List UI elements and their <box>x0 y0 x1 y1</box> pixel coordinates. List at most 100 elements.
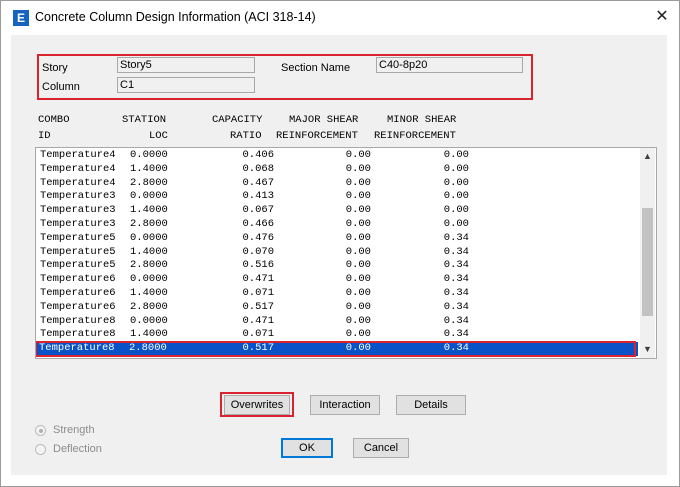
close-icon[interactable]: ✕ <box>651 7 673 27</box>
major-shear-cell: 0.00 <box>345 245 371 258</box>
station-cell: 2.8000 <box>130 176 168 189</box>
table-row[interactable]: Temperature5 0.0000 0.476 0.00 0.34 <box>38 232 638 246</box>
window-title: Concrete Column Design Information (ACI … <box>35 10 316 24</box>
table-row[interactable]: Temperature4 2.8000 0.467 0.00 0.00 <box>38 177 638 191</box>
section-name-label: Section Name <box>281 62 351 74</box>
station-cell: 2.8000 <box>130 259 168 272</box>
deflection-label: Deflection <box>53 443 102 455</box>
combo-id-cell: Temperature4 <box>40 162 116 175</box>
minor-shear-cell: 0.00 <box>443 218 469 230</box>
capacity-ratio-cell: 0.413 <box>242 190 274 203</box>
station-cell: 0.0000 <box>130 314 168 327</box>
dialog-body: Story Story5 Column C1 Section Name C40-… <box>11 35 667 475</box>
major-shear-cell: 0.00 <box>345 162 371 175</box>
station-cell: 0.0000 <box>130 273 168 286</box>
col-header-ratio: RATIO <box>230 130 262 142</box>
vertical-scrollbar[interactable]: ▲ ▼ <box>640 148 655 358</box>
combo-id-cell: Temperature6 <box>40 273 116 286</box>
major-shear-cell: 0.00 <box>345 231 371 244</box>
table-row[interactable]: Temperature4 1.4000 0.068 0.00 0.00 <box>38 163 638 177</box>
story-label: Story <box>42 62 68 74</box>
combo-id-cell: Temperature8 <box>40 328 116 341</box>
title-bar[interactable]: E Concrete Column Design Information (AC… <box>1 1 679 35</box>
interaction-button[interactable]: Interaction <box>310 395 380 415</box>
station-cell: 0.0000 <box>130 190 168 203</box>
capacity-ratio-cell: 0.467 <box>242 176 274 189</box>
major-shear-cell: 0.00 <box>345 300 371 313</box>
strength-label: Strength <box>53 424 95 436</box>
capacity-ratio-cell: 0.471 <box>242 314 274 327</box>
capacity-ratio-cell: 0.476 <box>242 231 274 244</box>
station-cell: 1.4000 <box>130 204 168 217</box>
table-row[interactable]: Temperature6 0.0000 0.471 0.00 0.34 <box>38 273 638 287</box>
table-row[interactable]: Temperature3 2.8000 0.466 0.00 0.00 <box>38 218 638 232</box>
capacity-ratio-cell: 0.068 <box>242 162 274 175</box>
table-row[interactable]: Temperature6 1.4000 0.071 0.00 0.34 <box>38 287 638 301</box>
selected-row-highlight <box>36 341 636 358</box>
col-header-combo: COMBO <box>38 114 70 126</box>
table-row[interactable]: Temperature8 1.4000 0.071 0.00 0.34 <box>38 328 638 342</box>
col-header-station: STATION <box>122 114 167 126</box>
strength-radio[interactable] <box>35 425 46 436</box>
combo-id-cell: Temperature3 <box>40 218 116 230</box>
deflection-radio[interactable] <box>35 444 46 455</box>
table-row[interactable]: Temperature5 1.4000 0.070 0.00 0.34 <box>38 246 638 260</box>
details-button[interactable]: Details <box>396 395 466 415</box>
minor-shear-cell: 0.34 <box>443 300 469 313</box>
results-list[interactable]: ▲ ▼ Temperature4 0.0000 0.406 0.00 0.00 Tempe… <box>35 147 657 359</box>
combo-id-cell: Temperature3 <box>40 204 116 217</box>
minor-shear-cell: 0.34 <box>443 245 469 258</box>
major-shear-cell: 0.00 <box>345 314 371 327</box>
table-row[interactable]: Temperature3 1.4000 0.067 0.00 0.00 <box>38 204 638 218</box>
capacity-ratio-cell: 0.070 <box>242 245 274 258</box>
minor-shear-cell: 0.34 <box>443 314 469 327</box>
station-cell: 0.0000 <box>130 149 168 161</box>
table-row[interactable]: Temperature3 0.0000 0.413 0.00 0.00 <box>38 190 638 204</box>
major-shear-cell: 0.00 <box>345 149 371 161</box>
major-shear-cell: 0.00 <box>345 328 371 341</box>
combo-id-cell: Temperature4 <box>40 149 116 161</box>
minor-shear-cell: 0.00 <box>443 149 469 161</box>
col-header-loc: LOC <box>149 130 168 142</box>
minor-shear-cell: 0.34 <box>443 328 469 341</box>
ok-button[interactable]: OK <box>281 438 333 458</box>
capacity-ratio-cell: 0.071 <box>242 328 274 341</box>
scroll-thumb[interactable] <box>642 208 653 316</box>
table-row[interactable]: Temperature8 0.0000 0.471 0.00 0.34 <box>38 315 638 329</box>
minor-shear-cell: 0.00 <box>443 176 469 189</box>
cancel-button[interactable]: Cancel <box>353 438 409 458</box>
column-label: Column <box>42 81 80 93</box>
station-cell: 1.4000 <box>130 162 168 175</box>
col-header-minor-reinforcement: REINFORCEMENT <box>374 130 456 142</box>
col-header-capacity: CAPACITY <box>212 114 263 126</box>
major-shear-cell: 0.00 <box>345 218 371 230</box>
scroll-up-icon[interactable]: ▲ <box>640 149 655 163</box>
col-header-id: ID <box>38 130 51 142</box>
table-row[interactable]: Temperature5 2.8000 0.516 0.00 0.34 <box>38 259 638 273</box>
capacity-ratio-cell: 0.406 <box>242 149 274 161</box>
scroll-down-icon[interactable]: ▼ <box>640 342 655 356</box>
table-row[interactable]: Temperature6 2.8000 0.517 0.00 0.34 <box>38 301 638 315</box>
combo-id-cell: Temperature4 <box>40 176 116 189</box>
capacity-ratio-cell: 0.516 <box>242 259 274 272</box>
section-name-field: C40-8p20 <box>376 57 523 73</box>
minor-shear-cell: 0.34 <box>443 259 469 272</box>
col-header-major-reinforcement: REINFORCEMENT <box>276 130 358 142</box>
overwrites-button[interactable]: Overwrites <box>224 395 290 415</box>
table-row[interactable]: Temperature4 0.0000 0.406 0.00 0.00 <box>38 149 638 163</box>
station-cell: 2.8000 <box>130 218 168 230</box>
capacity-ratio-cell: 0.471 <box>242 273 274 286</box>
major-shear-cell: 0.00 <box>345 287 371 299</box>
major-shear-cell: 0.00 <box>345 273 371 286</box>
etabs-app-icon: E <box>13 10 29 26</box>
station-cell: 1.4000 <box>130 245 168 258</box>
major-shear-cell: 0.00 <box>345 204 371 217</box>
station-cell: 0.0000 <box>130 231 168 244</box>
combo-id-cell: Temperature6 <box>40 300 116 313</box>
minor-shear-cell: 0.00 <box>443 162 469 175</box>
minor-shear-cell: 0.34 <box>443 287 469 299</box>
capacity-ratio-cell: 0.067 <box>242 204 274 217</box>
station-cell: 2.8000 <box>130 300 168 313</box>
combo-id-cell: Temperature5 <box>40 259 116 272</box>
major-shear-cell: 0.00 <box>345 259 371 272</box>
